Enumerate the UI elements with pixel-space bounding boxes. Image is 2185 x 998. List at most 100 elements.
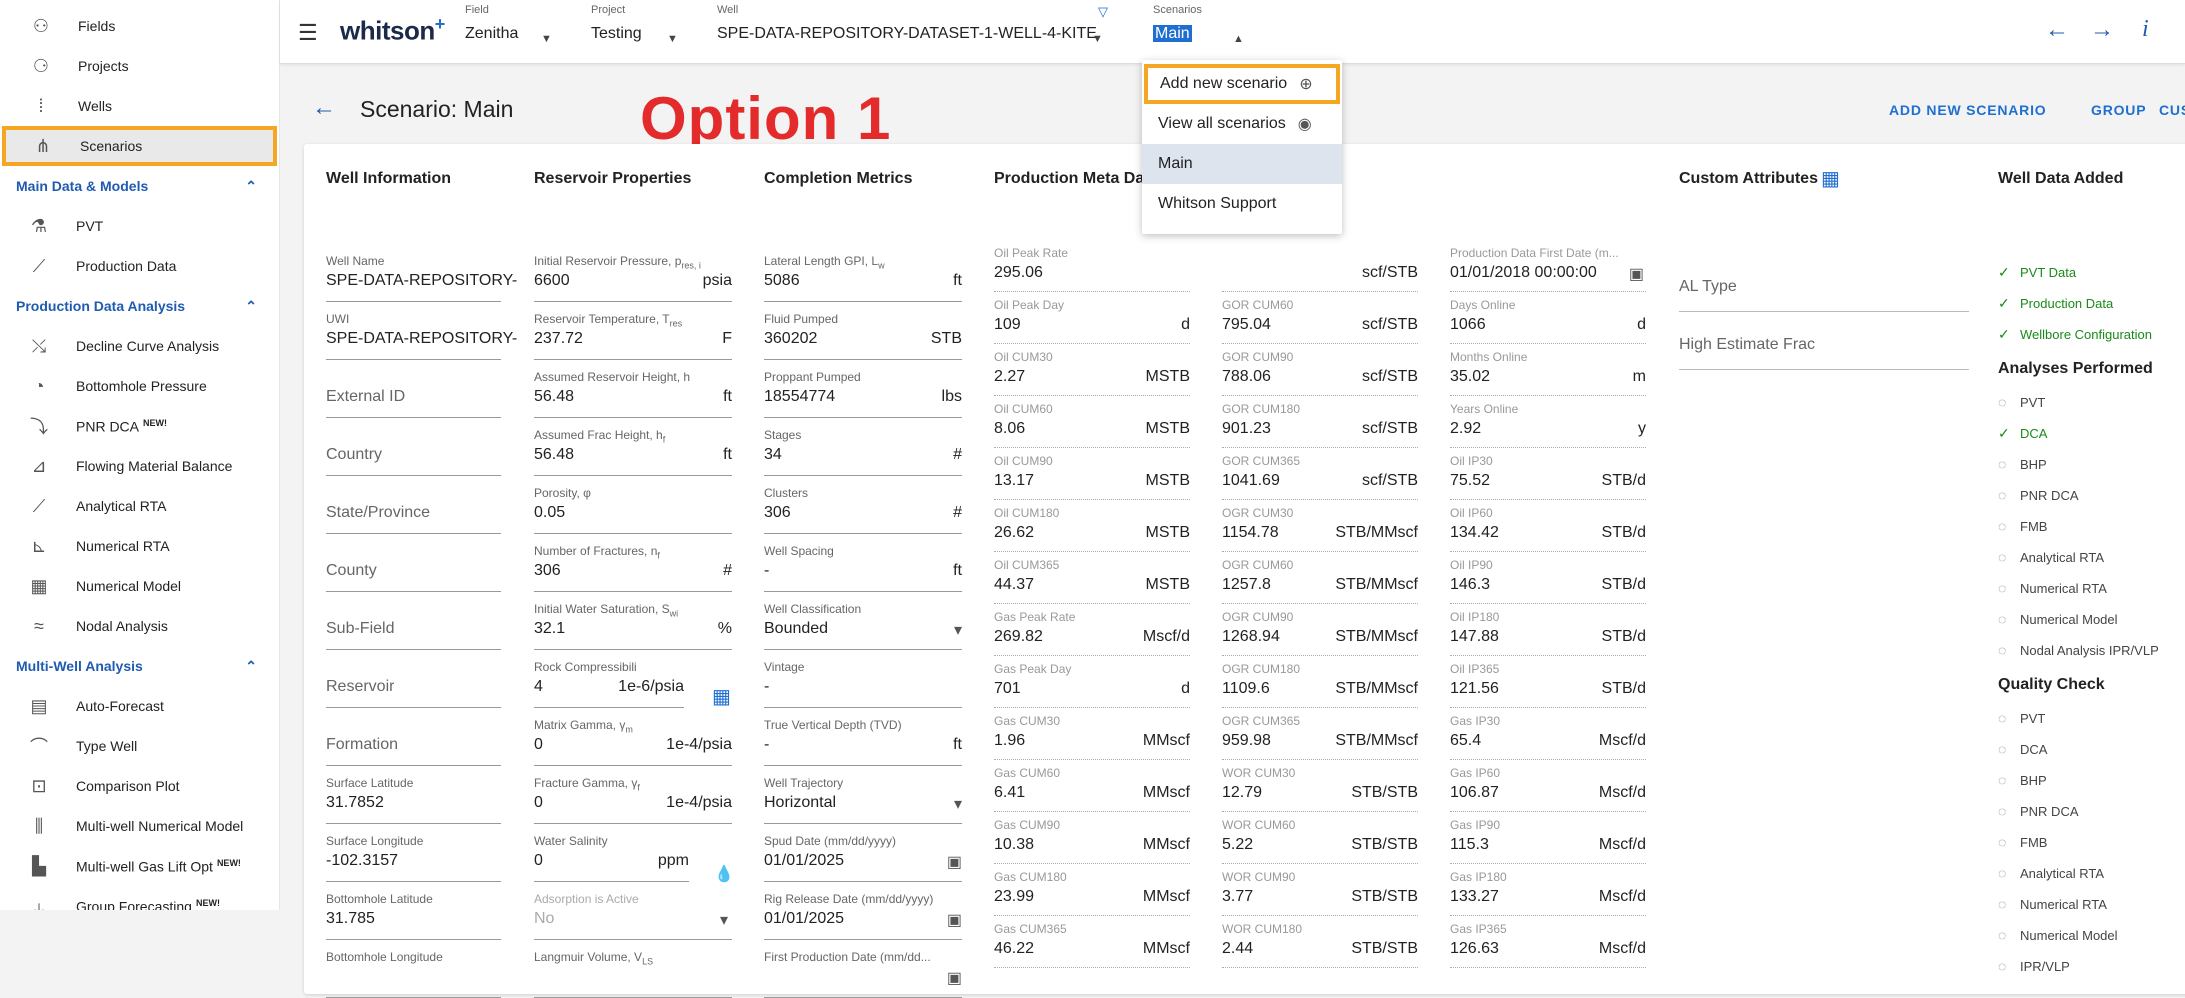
meta-field[interactable]: GOR CUM60795.04scf/STB — [1222, 294, 1418, 344]
sidebar-item-flowing-material-balance[interactable]: ⊿Flowing Material Balance — [0, 446, 279, 486]
meta-field[interactable]: Oil CUM608.06MSTB — [994, 398, 1190, 448]
meta-field[interactable]: Days Online1066d — [1450, 294, 1646, 344]
reservoir-field[interactable]: Matrix Gamma, γm01e-4/psia — [534, 714, 732, 766]
back-arrow-icon[interactable]: ← — [2045, 16, 2069, 44]
meta-field[interactable]: Oil IP3075.52STB/d — [1450, 450, 1646, 500]
water-drop-icon[interactable]: 💧 — [714, 864, 734, 884]
well-info-field[interactable]: Reservoir — [326, 656, 501, 708]
well-info-field[interactable]: Well NameSPE-DATA-REPOSITORY- — [326, 250, 501, 302]
sidebar-item-type-well[interactable]: ⌒Type Well — [0, 726, 279, 766]
chevron-down-icon[interactable]: ▾ — [954, 794, 962, 814]
well-info-field[interactable]: Bottomhole Longitude — [326, 946, 501, 998]
well-info-field[interactable]: External ID — [326, 366, 501, 418]
meta-field[interactable]: OGR CUM301154.78STB/MMscf — [1222, 502, 1418, 552]
info-icon[interactable]: i — [2142, 16, 2149, 43]
meta-field[interactable]: GOR CUM3651041.69scf/STB — [1222, 450, 1418, 500]
whitson-support-menu-item[interactable]: Whitson Support — [1142, 184, 1342, 224]
meta-field[interactable]: Oil IP60134.42STB/d — [1450, 502, 1646, 552]
view-all-scenarios-menu-item[interactable]: View all scenarios◉ — [1142, 104, 1342, 144]
meta-field[interactable]: Oil IP90146.3STB/d — [1450, 554, 1646, 604]
calculator-icon[interactable]: ▦ — [712, 684, 731, 709]
meta-field[interactable]: GOR CUM180901.23scf/STB — [1222, 398, 1418, 448]
add-new-scenario-menu-item[interactable]: Add new scenario⊕ — [1144, 64, 1340, 104]
meta-field[interactable]: OGR CUM601257.8STB/MMscf — [1222, 554, 1418, 604]
sidebar-item-comparison-plot[interactable]: ⊡Comparison Plot — [0, 766, 279, 806]
back-arrow-icon[interactable]: ← — [312, 94, 336, 122]
completion-field[interactable]: Vintage- — [764, 656, 962, 708]
well-info-field[interactable]: Surface Longitude-102.3157 — [326, 830, 501, 882]
meta-field[interactable]: Gas CUM606.41MMscf — [994, 762, 1190, 812]
meta-field[interactable]: Months Online35.02m — [1450, 346, 1646, 396]
reservoir-field[interactable]: Assumed Reservoir Height, h56.48ft — [534, 366, 732, 418]
meta-field[interactable]: Gas CUM18023.99MMscf — [994, 866, 1190, 916]
meta-field[interactable]: WOR CUM1802.44STB/STB — [1222, 918, 1418, 968]
meta-field[interactable]: Production Data First Date (m...01/01/20… — [1450, 242, 1646, 292]
sidebar-item-multi-well-numerical-model[interactable]: ⫼Multi-well Numerical Model — [0, 806, 279, 846]
sidebar-item-pvt[interactable]: ⚗PVT — [0, 206, 279, 246]
sidebar-item-multi-well-gas-lift-opt[interactable]: ▙Multi-well Gas Lift OptNEW! — [0, 846, 279, 886]
main-scenario-menu-item[interactable]: Main — [1142, 144, 1342, 184]
meta-field[interactable]: Years Online2.92y — [1450, 398, 1646, 448]
sidebar-item-production-data[interactable]: ⟋Production Data — [0, 246, 279, 286]
sidebar-item-decline-curve-analysis[interactable]: ⤯Decline Curve Analysis — [0, 326, 279, 366]
meta-field[interactable]: Gas Peak Rate269.82Mscf/d — [994, 606, 1190, 656]
sidebar-item-bottomhole-pressure[interactable]: ◔Bottomhole Pressure — [0, 366, 279, 406]
reservoir-field[interactable]: Fracture Gamma, γf01e-4/psia — [534, 772, 732, 824]
scenario-select[interactable]: Scenarios Main ▲ — [1153, 4, 1253, 43]
meta-field[interactable]: OGR CUM365959.98STB/MMscf — [1222, 710, 1418, 760]
reservoir-field[interactable]: Initial Water Saturation, Swi32.1% — [534, 598, 732, 650]
meta-field[interactable]: OGR CUM1801109.6STB/MMscf — [1222, 658, 1418, 708]
whitson-logo[interactable]: whitson+ — [340, 14, 445, 47]
well-info-field[interactable]: Bottomhole Latitude31.785 — [326, 888, 501, 940]
meta-field[interactable]: OGR CUM901268.94STB/MMscf — [1222, 606, 1418, 656]
well-info-field[interactable]: County — [326, 540, 501, 592]
calendar-icon[interactable]: ▣ — [947, 910, 962, 930]
completion-field[interactable]: Spud Date (mm/dd/yyyy)01/01/2025▣ — [764, 830, 962, 882]
completion-field[interactable]: Well ClassificationBounded▾ — [764, 598, 962, 650]
hamburger-menu-icon[interactable]: ☰ — [298, 20, 318, 46]
meta-field[interactable]: Gas CUM9010.38MMscf — [994, 814, 1190, 864]
completion-field[interactable]: Clusters306# — [764, 482, 962, 534]
sidebar-item-wells[interactable]: ⁞Wells — [0, 86, 279, 126]
group-button[interactable]: GROUP — [2091, 102, 2146, 118]
calendar-icon[interactable]: ▣ — [947, 852, 962, 872]
sidebar-section-header[interactable]: Main Data & Models⌃ — [0, 166, 279, 206]
sidebar-item-auto-forecast[interactable]: ▤Auto-Forecast — [0, 686, 279, 726]
meta-field[interactable]: Oil CUM9013.17MSTB — [994, 450, 1190, 500]
well-info-field[interactable]: State/Province — [326, 482, 501, 534]
reservoir-field[interactable]: Rock Compressibili41e-6/psia — [534, 656, 684, 708]
completion-field[interactable]: Well Spacing-ft — [764, 540, 962, 592]
well-info-field[interactable]: UWISPE-DATA-REPOSITORY- — [326, 308, 501, 360]
sidebar-section-header[interactable]: Production Data Analysis⌃ — [0, 286, 279, 326]
chevron-down-icon[interactable]: ▾ — [720, 910, 728, 930]
meta-field[interactable]: Gas CUM36546.22MMscf — [994, 918, 1190, 968]
calendar-icon[interactable]: ▣ — [1629, 264, 1644, 284]
meta-field[interactable]: scf/STB — [1222, 242, 1418, 292]
well-info-field[interactable]: Surface Latitude31.7852 — [326, 772, 501, 824]
meta-field[interactable]: Oil IP365121.56STB/d — [1450, 658, 1646, 708]
reservoir-field[interactable]: Adsorption is ActiveNo▾ — [534, 888, 732, 940]
sidebar-item-scenarios[interactable]: ⋔Scenarios — [2, 126, 277, 166]
meta-field[interactable]: Oil IP180147.88STB/d — [1450, 606, 1646, 656]
meta-field[interactable]: Gas Peak Day701d — [994, 658, 1190, 708]
meta-field[interactable]: Oil Peak Rate295.06 — [994, 242, 1190, 292]
completion-field[interactable]: First Production Date (mm/dd...▣ — [764, 946, 962, 998]
well-info-field[interactable]: Sub-Field — [326, 598, 501, 650]
sidebar-item-group-forecasting[interactable]: ⥿Group ForecastingNEW! — [0, 886, 279, 910]
sidebar-item-analytical-rta[interactable]: ⟋Analytical RTA — [0, 486, 279, 526]
sidebar-section-header[interactable]: Multi-Well Analysis⌃ — [0, 646, 279, 686]
forward-arrow-icon[interactable]: → — [2090, 16, 2114, 44]
custom-attribute-field[interactable]: AL Type — [1679, 266, 1969, 312]
sidebar-item-nodal-analysis[interactable]: ≈Nodal Analysis — [0, 606, 279, 646]
sidebar-item-pnr-dca[interactable]: ⤵PNR DCANEW! — [0, 406, 279, 446]
meta-field[interactable]: GOR CUM90788.06scf/STB — [1222, 346, 1418, 396]
reservoir-field[interactable]: Langmuir Volume, VLS — [534, 946, 732, 998]
meta-field[interactable]: Gas IP3065.4Mscf/d — [1450, 710, 1646, 760]
sidebar-item-fields[interactable]: ⚇Fields — [0, 6, 279, 46]
reservoir-field[interactable]: Water Salinity0ppm — [534, 830, 689, 882]
completion-field[interactable]: Proppant Pumped18554774lbs — [764, 366, 962, 418]
completion-field[interactable]: True Vertical Depth (TVD)-ft — [764, 714, 962, 766]
filter-icon[interactable]: ▽ — [1098, 4, 1108, 20]
meta-field[interactable]: Oil Peak Day109d — [994, 294, 1190, 344]
add-new-scenario-button[interactable]: ADD NEW SCENARIO — [1889, 102, 2046, 118]
